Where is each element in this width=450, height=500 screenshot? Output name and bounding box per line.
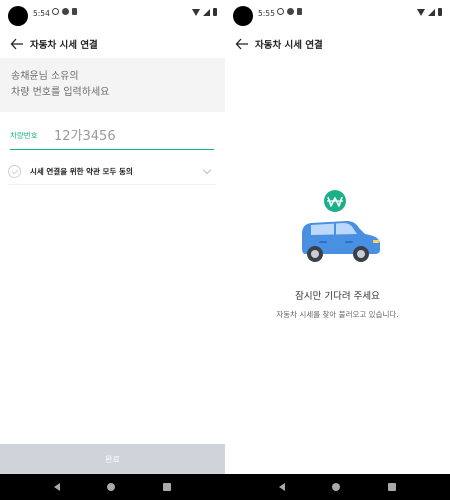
instruction-line-1: 송채윤님 소유의 bbox=[11, 71, 79, 82]
status-bar: 5:54 bbox=[0, 0, 225, 30]
instruction-block: 송채윤님 소유의 차량 번호를 입력하세요 bbox=[0, 58, 225, 112]
notification-icon bbox=[72, 8, 77, 15]
divider bbox=[8, 184, 216, 185]
notification-icon bbox=[62, 8, 69, 15]
car-icon bbox=[302, 221, 380, 262]
system-icons bbox=[417, 8, 442, 16]
battery-icon bbox=[438, 8, 442, 16]
wifi-icon bbox=[417, 8, 425, 16]
loading-subtitle: 자동차 시세를 찾아 불러오고 있습니다. bbox=[276, 310, 399, 319]
system-icons bbox=[192, 8, 217, 16]
plate-number-label: 차량번호 bbox=[10, 131, 38, 140]
page-title: 자동차 시세 연결 bbox=[255, 40, 323, 51]
car-plate-input-screen: 5:54 자동차 시세 연결 송채윤님 소유의 차량 번호를 입력하세요 차량번… bbox=[0, 0, 225, 500]
notification-icon bbox=[277, 8, 284, 15]
camera-cutout bbox=[8, 6, 28, 26]
notification-icon bbox=[297, 8, 302, 15]
nav-recent-icon[interactable] bbox=[388, 483, 397, 491]
agree-all-terms-label: 시세 연결을 위한 약관 모두 동의 bbox=[30, 166, 133, 176]
agree-all-terms-row[interactable]: 시세 연결을 위한 약관 모두 동의 bbox=[8, 160, 216, 182]
nav-back-icon[interactable] bbox=[278, 483, 285, 491]
notification-icon bbox=[52, 8, 59, 15]
notification-icons bbox=[277, 8, 302, 15]
page-title: 자동차 시세 연결 bbox=[30, 40, 98, 51]
nav-home-icon[interactable] bbox=[107, 483, 116, 491]
loading-title: 잠시만 기다려 주세요 bbox=[295, 291, 380, 302]
camera-cutout bbox=[233, 6, 253, 26]
app-bar: 자동차 시세 연결 bbox=[225, 30, 450, 58]
system-nav-bar bbox=[225, 474, 450, 500]
signal-icon bbox=[203, 8, 210, 16]
signal-icon bbox=[428, 8, 435, 16]
loading-screen: 5:55 자동차 시세 연결 잠시만 기다려 주세요 자동차 시세를 찾아 불러… bbox=[225, 0, 450, 500]
battery-icon bbox=[213, 8, 217, 16]
wifi-icon bbox=[192, 8, 200, 16]
notification-icons bbox=[52, 8, 77, 15]
instruction-line-2: 차량 번호를 입력하세요 bbox=[11, 87, 110, 98]
complete-button[interactable]: 완료 bbox=[0, 444, 225, 474]
notification-icon bbox=[287, 8, 294, 15]
check-circle-icon[interactable] bbox=[8, 164, 21, 178]
app-bar: 자동차 시세 연결 bbox=[0, 30, 225, 58]
nav-back-icon[interactable] bbox=[53, 483, 60, 491]
won-badge-icon bbox=[324, 190, 346, 212]
system-nav-bar bbox=[0, 474, 225, 500]
status-time: 5:54 bbox=[33, 9, 50, 18]
status-bar: 5:55 bbox=[225, 0, 450, 30]
status-time: 5:55 bbox=[258, 9, 275, 18]
plate-number-field[interactable]: 차량번호 12가3456 bbox=[10, 120, 214, 150]
nav-home-icon[interactable] bbox=[332, 483, 341, 491]
plate-number-input[interactable]: 12가3456 bbox=[54, 125, 116, 144]
car-loading-illustration bbox=[295, 188, 385, 268]
back-arrow-icon[interactable] bbox=[233, 35, 251, 53]
back-arrow-icon[interactable] bbox=[8, 35, 26, 53]
chevron-down-icon[interactable] bbox=[202, 165, 212, 174]
nav-recent-icon[interactable] bbox=[163, 483, 172, 491]
